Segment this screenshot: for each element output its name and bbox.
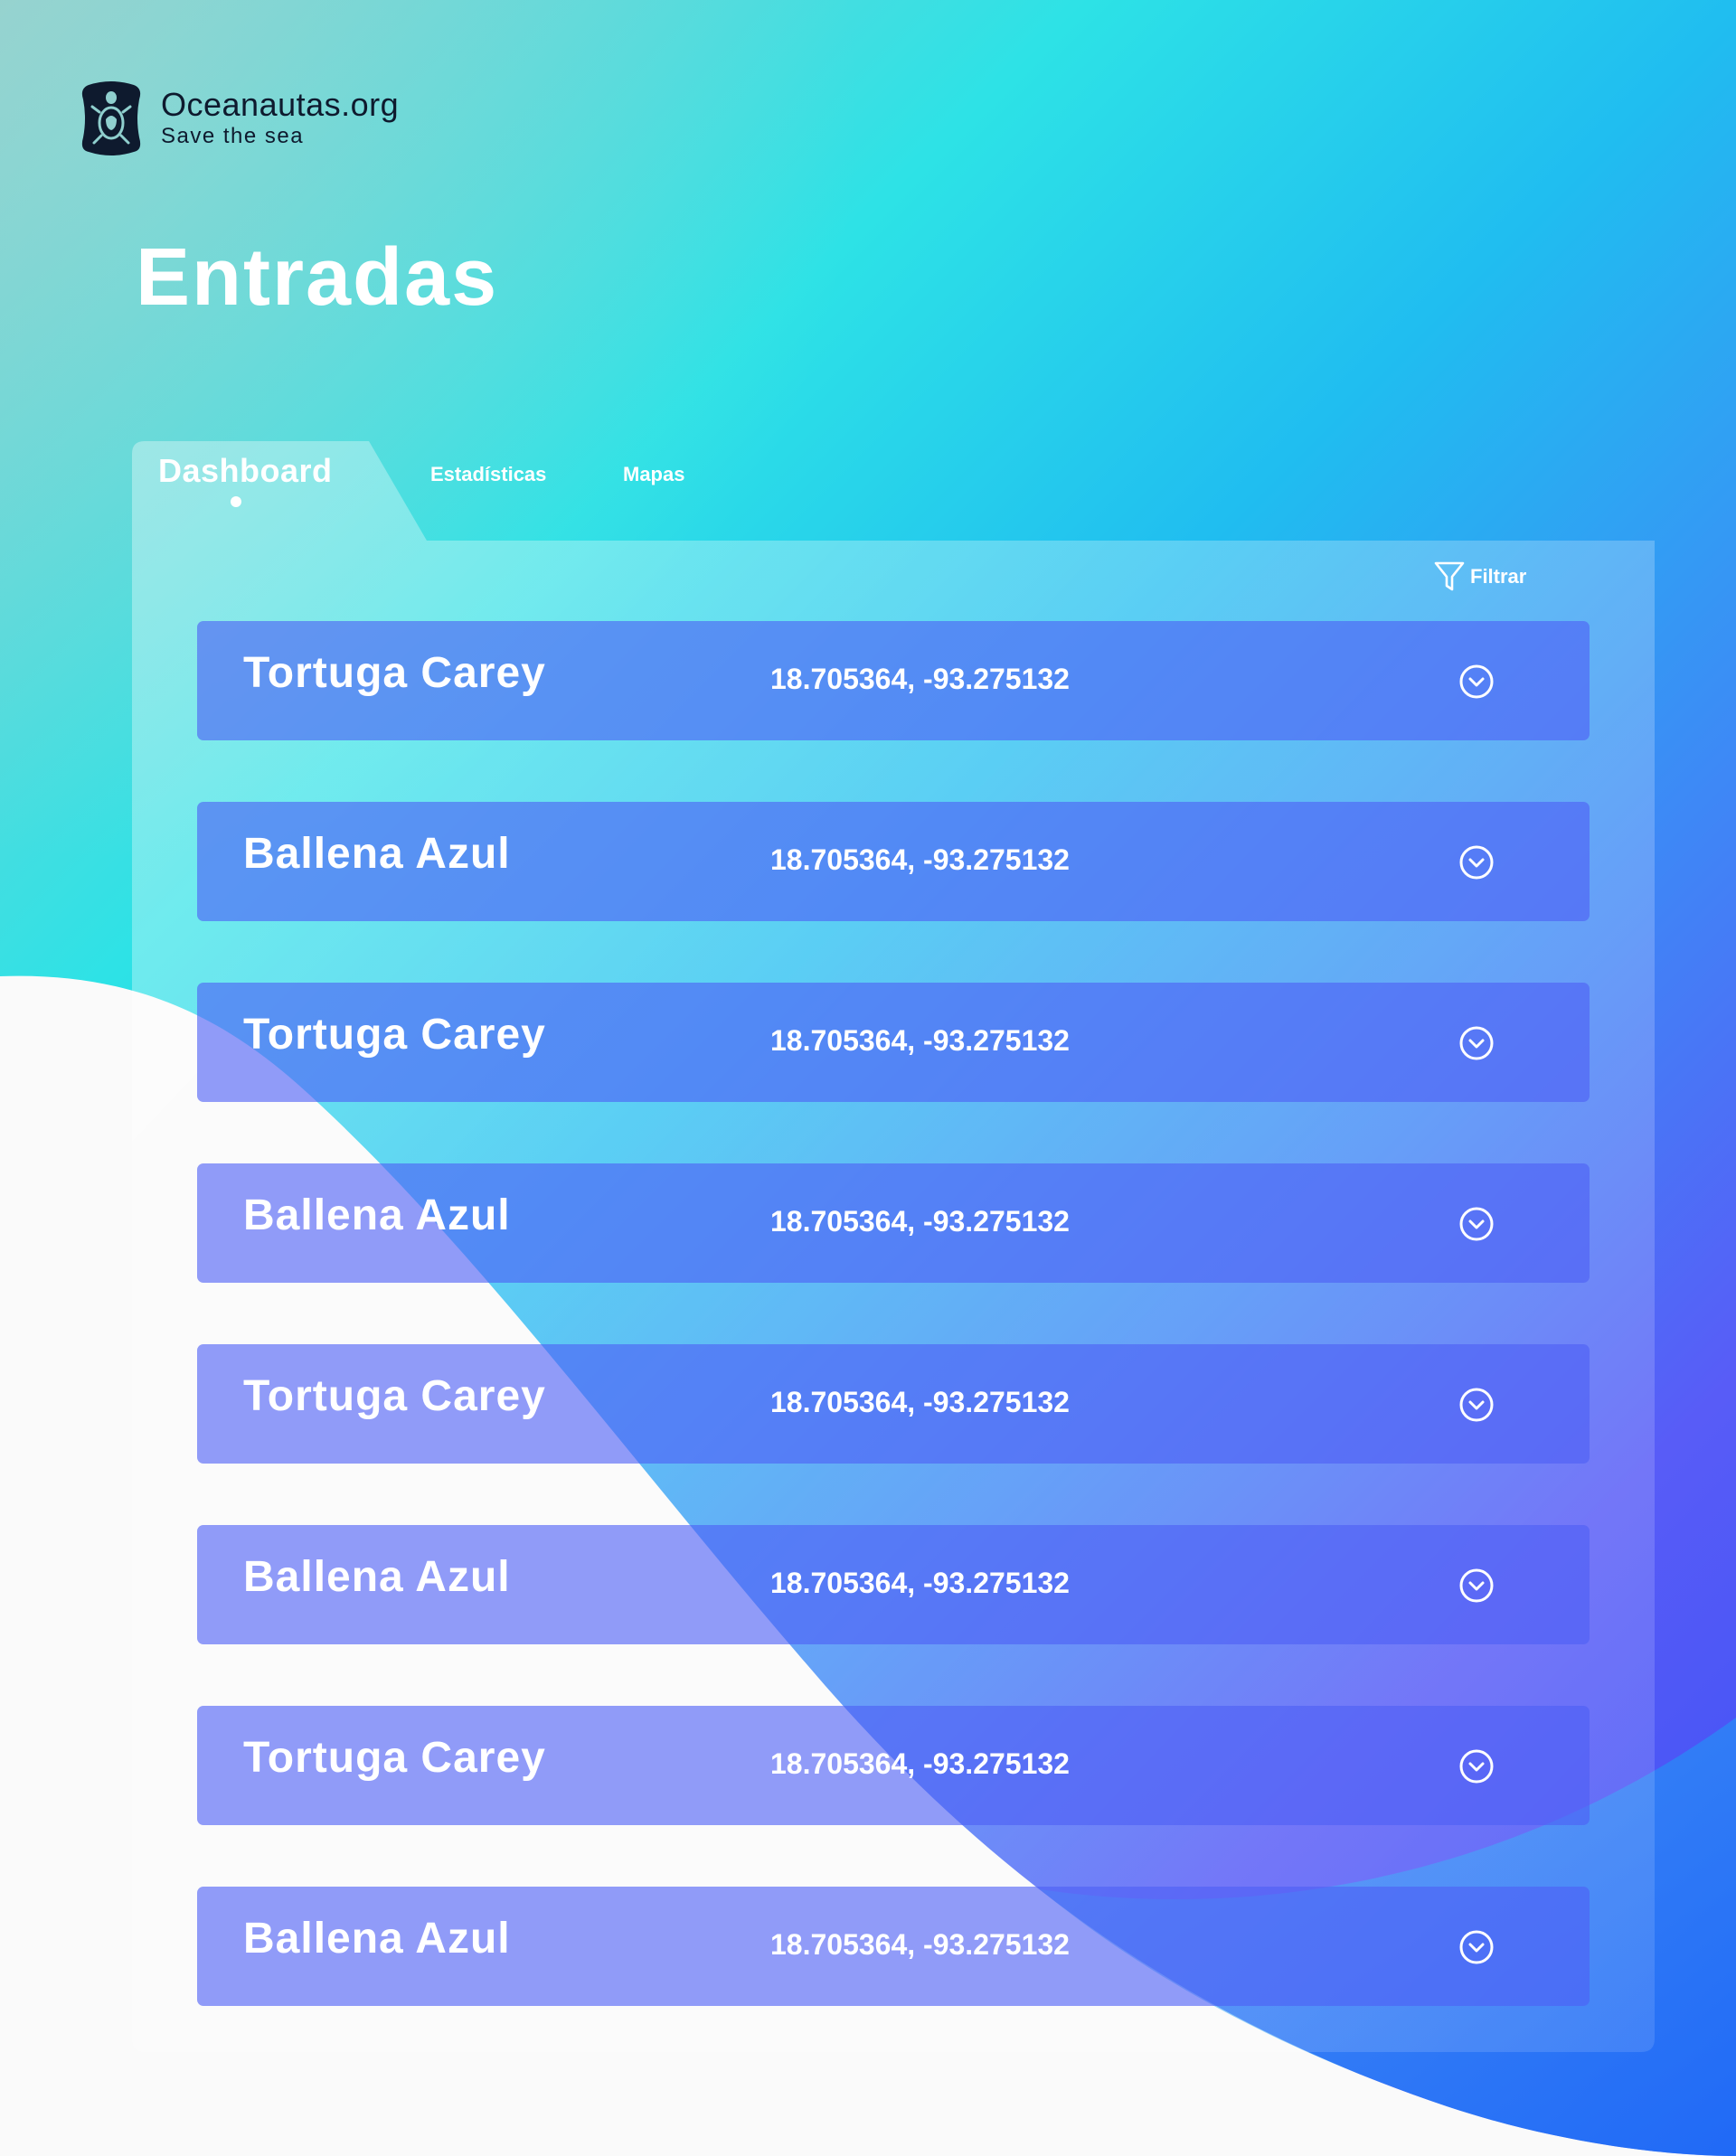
chevron-down-circle-icon[interactable] — [1458, 1025, 1495, 1061]
brand[interactable]: Oceanautas.org Save the sea — [80, 80, 399, 157]
tab-estadisticas[interactable]: Estadísticas — [430, 463, 546, 486]
entry-name: Tortuga Carey — [243, 1011, 546, 1059]
chevron-down-circle-icon[interactable] — [1458, 844, 1495, 880]
entry-name: Ballena Azul — [243, 1191, 511, 1239]
entry-coordinates: 18.705364, -93.275132 — [770, 1928, 1070, 1961]
filter-label: Filtrar — [1470, 565, 1527, 588]
entry-coordinates: 18.705364, -93.275132 — [770, 1024, 1070, 1057]
entry-name: Tortuga Carey — [243, 649, 546, 697]
entry-coordinates: 18.705364, -93.275132 — [770, 1567, 1070, 1599]
entry-row[interactable]: Ballena Azul 18.705364, -93.275132 — [197, 1887, 1590, 2006]
turtle-logo-icon — [80, 80, 143, 157]
entry-row[interactable]: Ballena Azul 18.705364, -93.275132 — [197, 802, 1590, 921]
entry-coordinates: 18.705364, -93.275132 — [770, 1205, 1070, 1238]
entry-row[interactable]: Ballena Azul 18.705364, -93.275132 — [197, 1163, 1590, 1283]
page-title: Entradas — [136, 232, 499, 323]
entry-row[interactable]: Tortuga Carey 18.705364, -93.275132 — [197, 621, 1590, 740]
brand-tagline: Save the sea — [161, 124, 305, 148]
chevron-down-circle-icon[interactable] — [1458, 664, 1495, 700]
entry-row[interactable]: Ballena Azul 18.705364, -93.275132 — [197, 1525, 1590, 1644]
entry-coordinates: 18.705364, -93.275132 — [770, 1386, 1070, 1418]
entry-coordinates: 18.705364, -93.275132 — [770, 843, 1070, 876]
entry-name: Tortuga Carey — [243, 1372, 546, 1420]
page-background: Oceanautas.org Save the sea Entradas Das… — [0, 0, 1736, 2156]
chevron-down-circle-icon[interactable] — [1458, 1929, 1495, 1965]
filter-icon — [1434, 560, 1465, 593]
brand-text: Oceanautas.org Save the sea — [161, 87, 399, 150]
entry-name: Ballena Azul — [243, 830, 511, 878]
entry-row[interactable]: Tortuga Carey 18.705364, -93.275132 — [197, 1344, 1590, 1464]
entry-name: Ballena Azul — [243, 1553, 511, 1601]
tab-mapas[interactable]: Mapas — [623, 463, 684, 486]
entry-row[interactable]: Tortuga Carey 18.705364, -93.275132 — [197, 983, 1590, 1102]
active-tab-indicator — [231, 496, 241, 507]
entry-row[interactable]: Tortuga Carey 18.705364, -93.275132 — [197, 1706, 1590, 1825]
chevron-down-circle-icon[interactable] — [1458, 1387, 1495, 1423]
brand-name: Oceanautas.org — [161, 86, 400, 123]
chevron-down-circle-icon[interactable] — [1458, 1748, 1495, 1784]
entry-coordinates: 18.705364, -93.275132 — [770, 1747, 1070, 1780]
entry-coordinates: 18.705364, -93.275132 — [770, 663, 1070, 695]
entry-name: Tortuga Carey — [243, 1734, 546, 1782]
tab-dashboard[interactable]: Dashboard — [158, 452, 333, 490]
chevron-down-circle-icon[interactable] — [1458, 1568, 1495, 1604]
filter-button[interactable]: Filtrar — [1434, 560, 1526, 593]
entry-name: Ballena Azul — [243, 1915, 511, 1963]
chevron-down-circle-icon[interactable] — [1458, 1206, 1495, 1242]
